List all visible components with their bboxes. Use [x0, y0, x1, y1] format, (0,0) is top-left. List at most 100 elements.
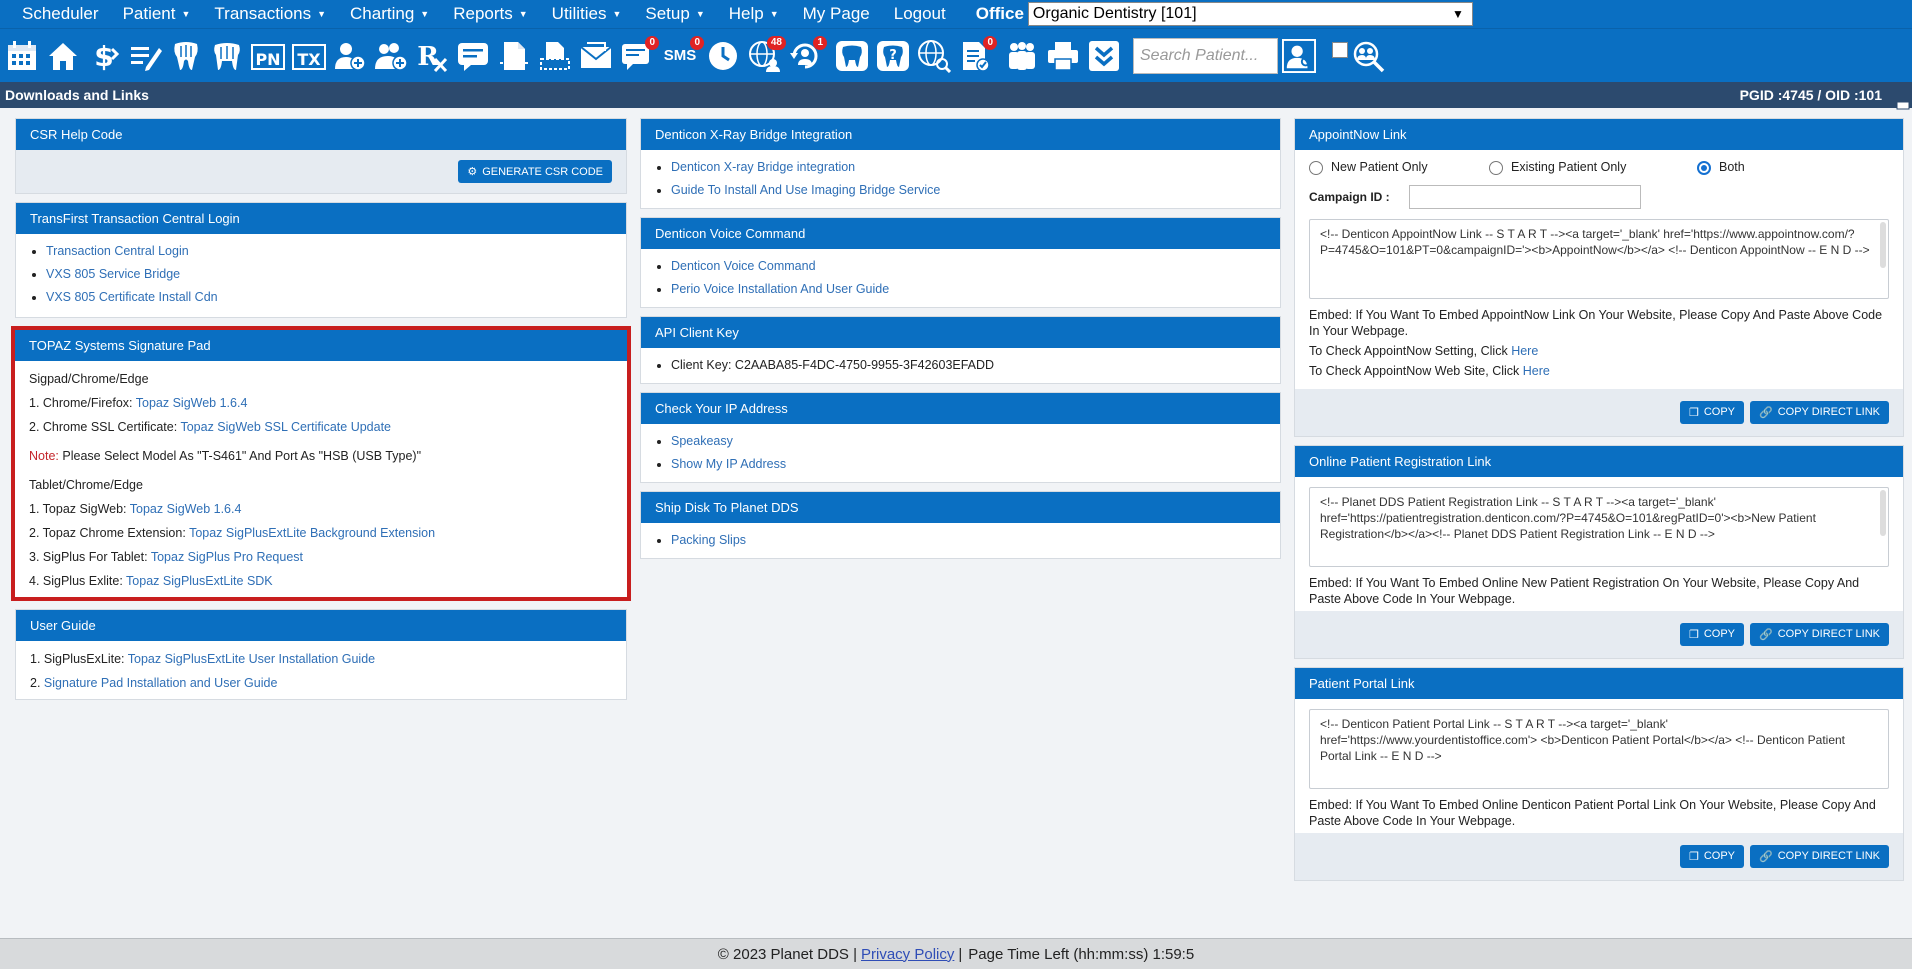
- toolbar-checkbox[interactable]: [1332, 41, 1348, 58]
- generate-csr-button[interactable]: ⚙ GENERATE CSR CODE: [458, 160, 612, 183]
- add-family-icon[interactable]: [373, 36, 409, 76]
- message-icon[interactable]: [455, 36, 491, 76]
- nav-utilities[interactable]: Utilities ▼: [540, 4, 634, 24]
- campaign-id-input[interactable]: [1409, 184, 1641, 209]
- help-tooth-icon[interactable]: ?: [875, 36, 911, 76]
- radio-button[interactable]: [1697, 160, 1711, 175]
- topaz-extension-link[interactable]: Topaz SigPlusExtLite Background Extensio…: [189, 526, 435, 540]
- link-icon: 🔗: [1759, 850, 1773, 863]
- search-patient-input[interactable]: Search Patient...: [1133, 37, 1278, 74]
- radio-button[interactable]: [1309, 160, 1323, 175]
- appointnow-website-link[interactable]: Here: [1523, 364, 1550, 378]
- nav-help[interactable]: Help ▼: [717, 4, 791, 24]
- portal-code-textarea[interactable]: <!-- Denticon Patient Portal Link -- S T…: [1309, 708, 1889, 789]
- home-icon[interactable]: [45, 36, 81, 76]
- edit-notes-icon[interactable]: [127, 36, 163, 76]
- sms-icon[interactable]: SMS 0: [660, 35, 704, 76]
- perio-voice-guide-link[interactable]: Perio Voice Installation And User Guide: [671, 282, 889, 296]
- list-item: Speakeasy: [671, 434, 1266, 449]
- tooth-chart-icon[interactable]: [168, 36, 204, 76]
- office-value: Organic Dentistry [101]: [1032, 5, 1197, 22]
- mail-icon[interactable]: [578, 36, 614, 76]
- nav-setup[interactable]: Setup ▼: [633, 4, 716, 24]
- transaction-central-login-link[interactable]: Transaction Central Login: [46, 244, 189, 258]
- scrollbar[interactable]: [1880, 221, 1886, 268]
- copy-button[interactable]: ❐ COPY: [1679, 622, 1744, 646]
- office-label: Office: [975, 4, 1024, 23]
- chevron-down-icon: ▼: [1452, 7, 1464, 21]
- scan-icon[interactable]: [537, 36, 573, 76]
- group-search-icon[interactable]: [1350, 36, 1386, 76]
- user-installation-guide-link[interactable]: Topaz SigPlusExtLite User Installation G…: [128, 652, 375, 666]
- topaz-ssl-certificate-link[interactable]: Topaz SigWeb SSL Certificate Update: [180, 420, 391, 434]
- nav-logout[interactable]: Logout: [882, 4, 958, 24]
- clock-icon[interactable]: [705, 36, 741, 76]
- caret-down-icon: ▼: [420, 9, 430, 19]
- double-chevron-down-icon[interactable]: [1086, 36, 1122, 76]
- progress-notes-icon[interactable]: PN: [250, 36, 286, 76]
- panel-title: TOPAZ Systems Signature Pad: [15, 330, 627, 361]
- voice-command-link[interactable]: Denticon Voice Command: [671, 259, 816, 273]
- user-guide-item-1: 1. SigPlusExLite: Topaz SigPlusExtLite U…: [30, 652, 612, 667]
- radio-both[interactable]: Both: [1697, 160, 1745, 175]
- print-icon[interactable]: [1892, 88, 1912, 110]
- copy-button[interactable]: ❐ COPY: [1679, 844, 1744, 868]
- radio-button[interactable]: [1489, 160, 1503, 175]
- document-icon[interactable]: [496, 36, 532, 76]
- nav-charting[interactable]: Charting ▼: [338, 4, 441, 24]
- topaz-tablet-4: 4. SigPlus Exlite: Topaz SigPlusExtLite …: [29, 574, 613, 589]
- appointnow-setting-link[interactable]: Here: [1511, 344, 1538, 358]
- tooth-icon[interactable]: [834, 36, 870, 76]
- appointnow-code-textarea[interactable]: <!-- Denticon AppointNow Link -- S T A R…: [1309, 218, 1889, 299]
- web-search-icon[interactable]: [916, 36, 952, 76]
- prescription-icon[interactable]: R: [414, 36, 450, 76]
- add-patient-icon[interactable]: [332, 36, 368, 76]
- csr-button-row: ⚙ GENERATE CSR CODE: [16, 150, 626, 193]
- office-select[interactable]: Organic Dentistry [101] ▼: [1027, 2, 1473, 26]
- recall-icon[interactable]: 1: [787, 35, 827, 76]
- perio-icon[interactable]: [209, 36, 245, 76]
- speakeasy-link[interactable]: Speakeasy: [671, 434, 733, 448]
- copy-direct-link-button[interactable]: 🔗 COPY DIRECT LINK: [1750, 844, 1889, 868]
- checklist-icon[interactable]: 0: [957, 35, 997, 76]
- nav-patient[interactable]: Patient ▼: [111, 4, 203, 24]
- copy-direct-link-button[interactable]: 🔗 COPY DIRECT LINK: [1750, 400, 1889, 424]
- nav-scheduler[interactable]: Scheduler: [10, 4, 111, 24]
- privacy-policy-link[interactable]: Privacy Policy: [861, 946, 954, 963]
- radio-new-patient[interactable]: New Patient Only: [1309, 160, 1479, 175]
- topaz-sigweb-tablet-link[interactable]: Topaz SigWeb 1.6.4: [130, 502, 242, 516]
- show-my-ip-link[interactable]: Show My IP Address: [671, 457, 786, 471]
- vxs-805-certificate-link[interactable]: VXS 805 Certificate Install Cdn: [46, 290, 218, 304]
- topaz-tablet-2: 2. Topaz Chrome Extension: Topaz SigPlus…: [29, 526, 613, 541]
- appointnow-check-website: To Check AppointNow Web Site, Click Here: [1295, 363, 1903, 379]
- vxs-805-service-bridge-link[interactable]: VXS 805 Service Bridge: [46, 267, 180, 281]
- message-badge: 0: [645, 35, 659, 50]
- appointnow-button-row: ❐ COPY 🔗 COPY DIRECT LINK: [1295, 388, 1903, 436]
- packing-slips-link[interactable]: Packing Slips: [671, 533, 746, 547]
- xray-bridge-link[interactable]: Denticon X-ray Bridge integration: [671, 160, 855, 174]
- imaging-bridge-guide-link[interactable]: Guide To Install And Use Imaging Bridge …: [671, 183, 940, 197]
- nav-reports[interactable]: Reports ▼: [441, 4, 539, 24]
- print-icon[interactable]: [1045, 36, 1081, 76]
- topaz-tablet-1: 1. Topaz SigWeb: Topaz SigWeb 1.6.4: [29, 502, 613, 517]
- treatment-plan-icon[interactable]: TX: [291, 36, 327, 76]
- copy-direct-link-button[interactable]: 🔗 COPY DIRECT LINK: [1750, 622, 1889, 646]
- topaz-sigweb-link[interactable]: Topaz SigWeb 1.6.4: [136, 396, 248, 410]
- chat-icon[interactable]: 0: [619, 35, 659, 76]
- registration-code-textarea[interactable]: <!-- Planet DDS Patient Registration Lin…: [1309, 486, 1889, 567]
- dollar-icon[interactable]: $: [86, 36, 122, 76]
- topaz-sigplus-pro-link[interactable]: Topaz SigPlus Pro Request: [151, 550, 303, 564]
- scrollbar[interactable]: [1880, 489, 1886, 536]
- list-item: Guide To Install And Use Imaging Bridge …: [671, 183, 1266, 198]
- patient-search-button[interactable]: [1280, 36, 1318, 75]
- globe-users-icon[interactable]: 48: [746, 35, 786, 76]
- copy-button[interactable]: ❐ COPY: [1679, 400, 1744, 424]
- signature-pad-guide-link[interactable]: Signature Pad Installation and User Guid…: [44, 676, 277, 690]
- family-icon[interactable]: [1004, 36, 1040, 76]
- radio-existing-patient[interactable]: Existing Patient Only: [1489, 160, 1687, 175]
- recall-badge: 1: [813, 35, 827, 50]
- nav-my-page[interactable]: My Page: [791, 4, 882, 24]
- nav-transactions[interactable]: Transactions ▼: [202, 4, 338, 24]
- topaz-sdk-link[interactable]: Topaz SigPlusExtLite SDK: [126, 574, 273, 588]
- calendar-icon[interactable]: [4, 36, 40, 76]
